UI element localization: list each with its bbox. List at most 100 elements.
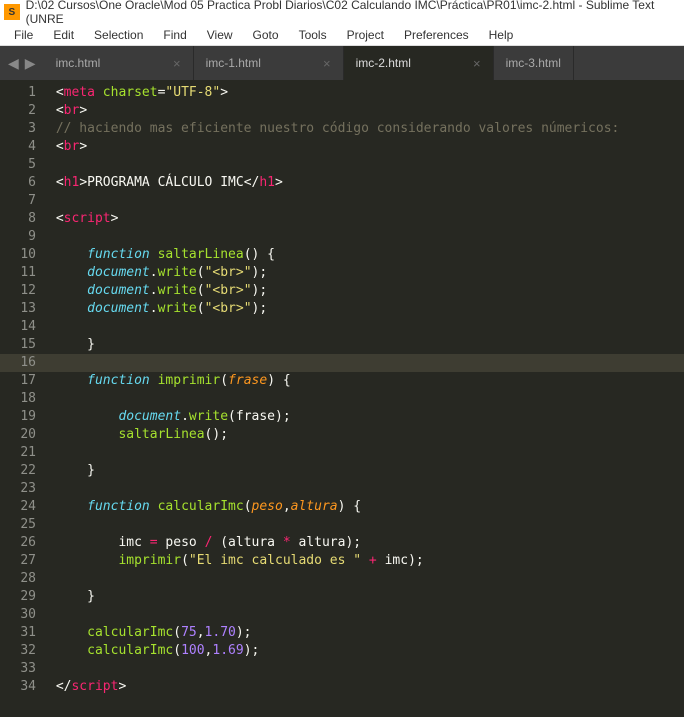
menu-project[interactable]: Project (337, 26, 394, 44)
code-line (48, 228, 684, 246)
code-line: } (48, 588, 684, 606)
code-line: calcularImc(75,1.70); (48, 624, 684, 642)
code-line (48, 660, 684, 678)
line-number: 31 (0, 624, 36, 642)
code-line: document.write("<br>"); (48, 264, 684, 282)
menu-tools[interactable]: Tools (289, 26, 337, 44)
menu-help[interactable]: Help (479, 26, 524, 44)
line-number: 23 (0, 480, 36, 498)
line-number: 16 (0, 354, 48, 372)
line-number: 17 (0, 372, 36, 390)
line-number: 7 (0, 192, 36, 210)
code-line: <meta charset="UTF-8"> (48, 84, 684, 102)
tab-imc-3[interactable]: imc-3.html (494, 46, 574, 80)
code-line: // haciendo mas eficiente nuestro código… (48, 120, 684, 138)
line-number: 20 (0, 426, 36, 444)
nav-back-icon[interactable]: ◀ (8, 55, 19, 72)
code-line (48, 480, 684, 498)
line-number: 1 (0, 84, 36, 102)
line-number: 6 (0, 174, 36, 192)
line-number: 34 (0, 678, 36, 696)
close-icon[interactable]: × (153, 56, 181, 71)
tab-label: imc-1.html (206, 56, 261, 70)
code-line: function calcularImc(peso,altura) { (48, 498, 684, 516)
line-number: 29 (0, 588, 36, 606)
line-number: 24 (0, 498, 36, 516)
code-line: document.write("<br>"); (48, 282, 684, 300)
tab-bar: ◀ ▶ imc.html × imc-1.html × imc-2.html ×… (0, 46, 684, 80)
line-number: 10 (0, 246, 36, 264)
line-number: 2 (0, 102, 36, 120)
line-number: 33 (0, 660, 36, 678)
line-number: 12 (0, 282, 36, 300)
code-line: <script> (48, 210, 684, 228)
code-line (48, 570, 684, 588)
gutter: 1 2 3 4 5 6 7 8 9 10 11 12 13 14 15 16 1… (0, 80, 48, 717)
code-line: calcularImc(100,1.69); (48, 642, 684, 660)
line-number: 15 (0, 336, 36, 354)
code-line: } (48, 462, 684, 480)
code-line: imprimir("El imc calculado es " + imc); (48, 552, 684, 570)
nav-forward-icon[interactable]: ▶ (25, 55, 36, 72)
line-number: 22 (0, 462, 36, 480)
code-line: } (48, 336, 684, 354)
menu-selection[interactable]: Selection (84, 26, 153, 44)
code-area[interactable]: <meta charset="UTF-8"> <br> // haciendo … (48, 80, 684, 717)
tab-label: imc-3.html (506, 56, 561, 70)
app-icon: S (4, 4, 20, 20)
editor[interactable]: 1 2 3 4 5 6 7 8 9 10 11 12 13 14 15 16 1… (0, 80, 684, 717)
line-number: 3 (0, 120, 36, 138)
tab-imc-2[interactable]: imc-2.html × (344, 46, 494, 80)
code-line: <br> (48, 138, 684, 156)
line-number: 14 (0, 318, 36, 336)
tab-imc[interactable]: imc.html × (44, 46, 194, 80)
code-line (48, 390, 684, 408)
line-number: 5 (0, 156, 36, 174)
line-number: 25 (0, 516, 36, 534)
code-line: imc = peso / (altura * altura); (48, 534, 684, 552)
menu-edit[interactable]: Edit (43, 26, 84, 44)
nav-arrows: ◀ ▶ (0, 55, 44, 72)
code-line: function imprimir(frase) { (48, 372, 684, 390)
code-line (48, 318, 684, 336)
code-line (48, 606, 684, 624)
tab-imc-1[interactable]: imc-1.html × (194, 46, 344, 80)
menubar: File Edit Selection Find View Goto Tools… (0, 24, 684, 46)
menu-view[interactable]: View (197, 26, 243, 44)
code-line: <h1>PROGRAMA CÁLCULO IMC</h1> (48, 174, 684, 192)
code-line: <br> (48, 102, 684, 120)
code-line (48, 354, 684, 372)
code-line (48, 156, 684, 174)
code-line: function saltarLinea() { (48, 246, 684, 264)
code-line: document.write("<br>"); (48, 300, 684, 318)
tab-label: imc.html (56, 56, 101, 70)
menu-preferences[interactable]: Preferences (394, 26, 479, 44)
title-text: D:\02 Cursos\One Oracle\Mod 05 Practica … (26, 0, 680, 26)
tab-label: imc-2.html (356, 56, 411, 70)
line-number: 13 (0, 300, 36, 318)
line-number: 18 (0, 390, 36, 408)
code-line: </script> (48, 678, 684, 696)
line-number: 21 (0, 444, 36, 462)
line-number: 27 (0, 552, 36, 570)
line-number: 8 (0, 210, 36, 228)
code-line (48, 444, 684, 462)
menu-goto[interactable]: Goto (243, 26, 289, 44)
line-number: 9 (0, 228, 36, 246)
line-number: 32 (0, 642, 36, 660)
code-line: saltarLinea(); (48, 426, 684, 444)
line-number: 4 (0, 138, 36, 156)
close-icon[interactable]: × (453, 56, 481, 71)
line-number: 28 (0, 570, 36, 588)
menu-find[interactable]: Find (153, 26, 196, 44)
line-number: 19 (0, 408, 36, 426)
close-icon[interactable]: × (303, 56, 331, 71)
code-line: document.write(frase); (48, 408, 684, 426)
code-line (48, 192, 684, 210)
code-line (48, 516, 684, 534)
line-number: 11 (0, 264, 36, 282)
titlebar: S D:\02 Cursos\One Oracle\Mod 05 Practic… (0, 0, 684, 24)
line-number: 26 (0, 534, 36, 552)
menu-file[interactable]: File (4, 26, 43, 44)
line-number: 30 (0, 606, 36, 624)
